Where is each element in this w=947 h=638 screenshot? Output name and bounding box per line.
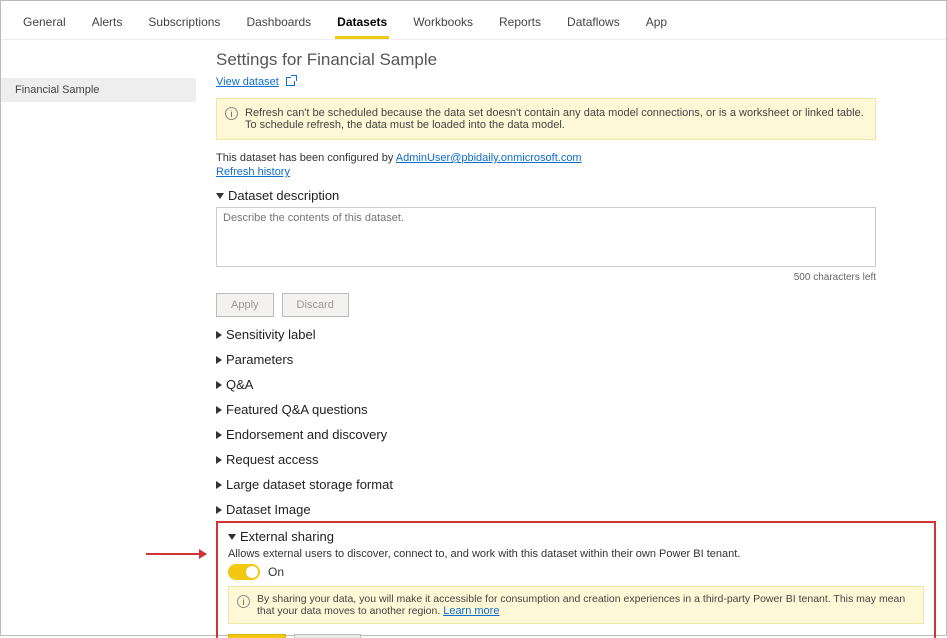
tab-general[interactable]: General	[21, 9, 68, 39]
refresh-history-link[interactable]: Refresh history	[216, 166, 290, 178]
section-endorsement[interactable]: Endorsement and discovery	[216, 427, 936, 442]
description-discard-button[interactable]: Discard	[282, 293, 349, 317]
tab-dashboards[interactable]: Dashboards	[244, 9, 313, 39]
tab-workbooks[interactable]: Workbooks	[411, 9, 475, 39]
section-qa[interactable]: Q&A	[216, 377, 936, 392]
chevron-right-icon	[216, 356, 222, 364]
external-sharing-apply-button[interactable]: Apply	[228, 634, 286, 638]
section-request-access[interactable]: Request access	[216, 452, 936, 467]
chevron-right-icon	[216, 331, 222, 339]
section-dataset-image[interactable]: Dataset Image	[216, 502, 936, 517]
chevron-right-icon	[216, 406, 222, 414]
tab-reports[interactable]: Reports	[497, 9, 543, 39]
external-sharing-highlight: External sharing Allows external users t…	[216, 521, 936, 638]
section-large-storage[interactable]: Large dataset storage format	[216, 477, 936, 492]
sidebar-item-financial-sample[interactable]: Financial Sample	[1, 78, 196, 102]
chevron-right-icon	[216, 456, 222, 464]
refresh-warning-text: Refresh can't be scheduled because the d…	[245, 107, 864, 131]
configured-by-user-link[interactable]: AdminUser@pbidaily.onmicrosoft.com	[396, 152, 582, 164]
refresh-warning-banner: i Refresh can't be scheduled because the…	[216, 98, 876, 140]
info-icon: i	[225, 107, 238, 120]
tab-app[interactable]: App	[644, 9, 669, 39]
external-sharing-learn-more-link[interactable]: Learn more	[443, 605, 499, 617]
chevron-right-icon	[216, 506, 222, 514]
page-title: Settings for Financial Sample	[216, 50, 936, 70]
chevron-right-icon	[216, 481, 222, 489]
external-link-icon	[286, 77, 295, 86]
external-sharing-desc: Allows external users to discover, conne…	[228, 548, 924, 560]
external-sharing-discard-button[interactable]: Discard	[294, 634, 361, 638]
nav-tabs: General Alerts Subscriptions Dashboards …	[1, 1, 946, 40]
tab-alerts[interactable]: Alerts	[90, 9, 125, 39]
section-external-sharing[interactable]: External sharing	[228, 529, 924, 544]
chevron-down-icon	[216, 193, 224, 199]
description-apply-button[interactable]: Apply	[216, 293, 274, 317]
section-featured-qa[interactable]: Featured Q&A questions	[216, 402, 936, 417]
chevron-down-icon	[228, 534, 236, 540]
view-dataset-link[interactable]: View dataset	[216, 76, 279, 88]
section-sensitivity-label[interactable]: Sensitivity label	[216, 327, 936, 342]
dataset-sidebar: Financial Sample	[1, 40, 196, 638]
external-sharing-toggle[interactable]	[228, 564, 260, 580]
tab-dataflows[interactable]: Dataflows	[565, 9, 622, 39]
section-dataset-description[interactable]: Dataset description	[216, 188, 936, 203]
main-settings-panel: Settings for Financial Sample View datas…	[196, 40, 946, 638]
configured-by-line: This dataset has been configured by Admi…	[216, 152, 936, 164]
external-sharing-toggle-label: On	[268, 565, 284, 579]
dataset-description-textarea[interactable]	[216, 207, 876, 267]
tab-subscriptions[interactable]: Subscriptions	[146, 9, 222, 39]
info-icon: i	[237, 595, 250, 608]
char-count-label: 500 characters left	[216, 272, 876, 283]
chevron-right-icon	[216, 431, 222, 439]
section-parameters[interactable]: Parameters	[216, 352, 936, 367]
tab-datasets[interactable]: Datasets	[335, 9, 389, 39]
chevron-right-icon	[216, 381, 222, 389]
external-sharing-info-banner: i By sharing your data, you will make it…	[228, 586, 924, 624]
annotation-arrow-icon	[146, 553, 206, 555]
